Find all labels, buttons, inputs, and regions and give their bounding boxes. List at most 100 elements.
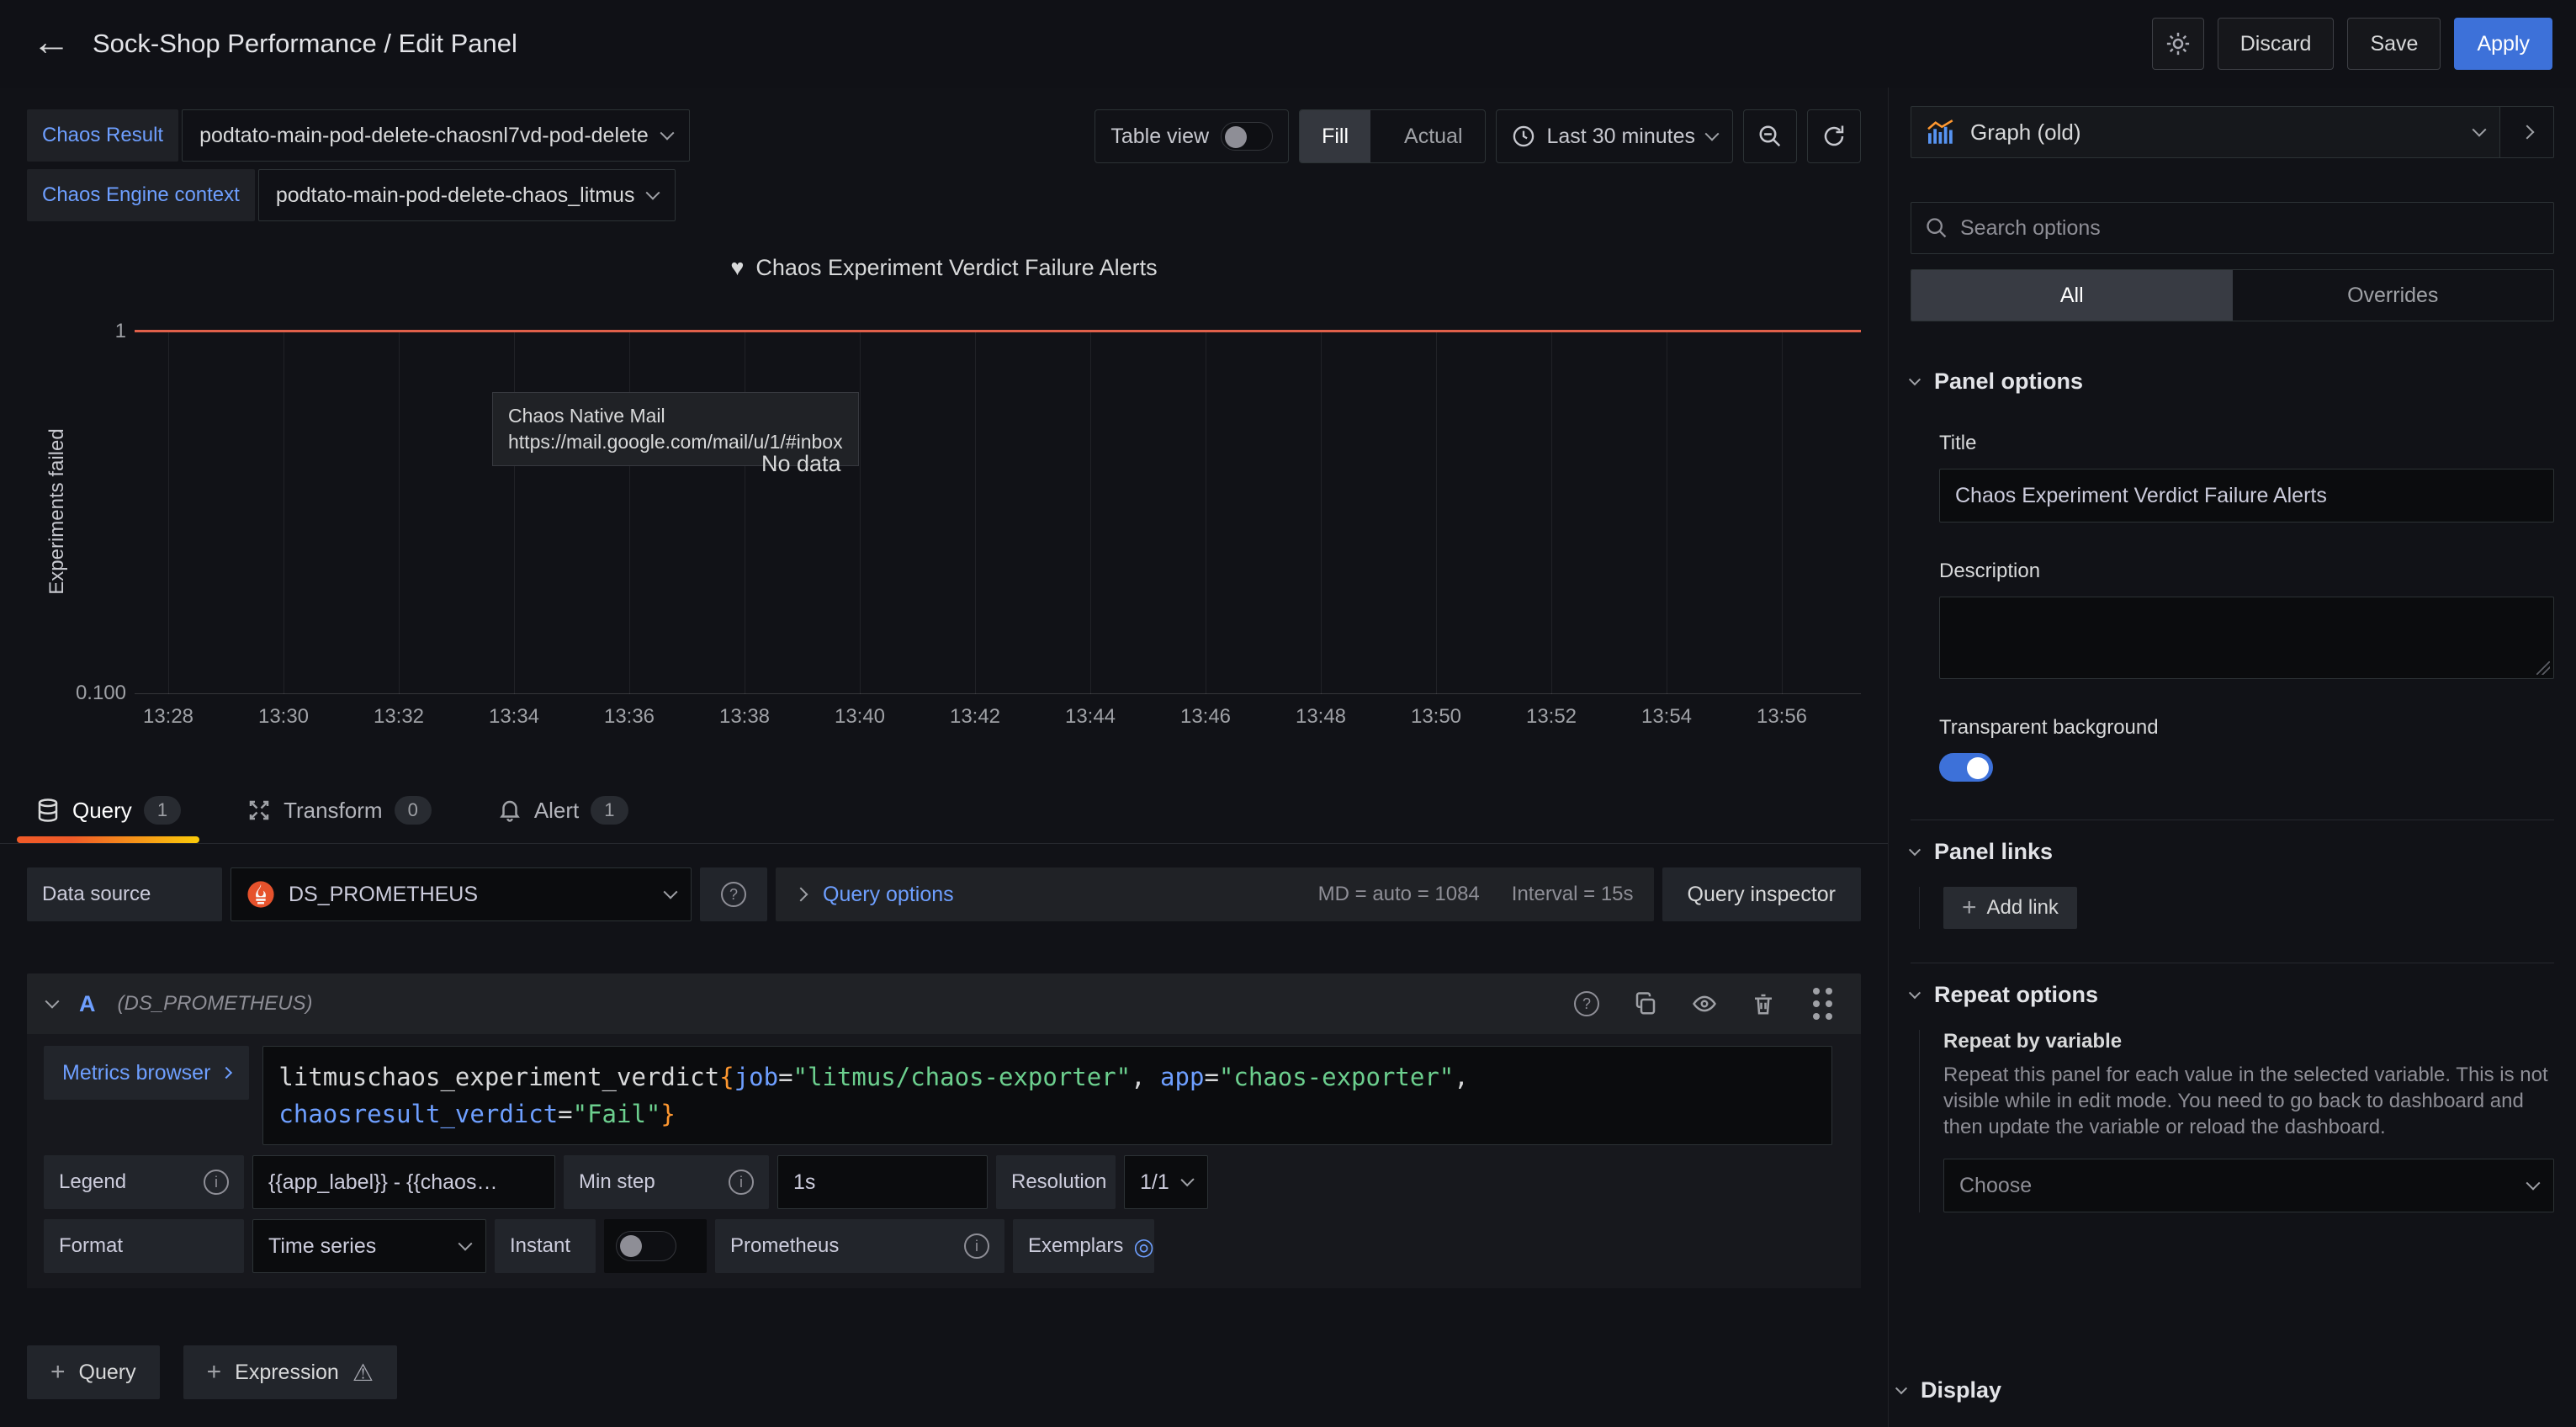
- collapse-chevron-icon[interactable]: [45, 995, 60, 1009]
- gridline: [168, 331, 169, 694]
- fill-option[interactable]: Fill: [1300, 110, 1370, 162]
- add-link-button[interactable]: + Add link: [1943, 887, 2077, 929]
- x-tick-label: 13:28: [143, 705, 193, 729]
- query-row-header[interactable]: A (DS_PROMETHEUS) ?: [27, 973, 1861, 1034]
- toggle-visibility-button[interactable]: [1686, 987, 1723, 1021]
- heart-icon: ♥: [730, 255, 744, 281]
- resolution-label: Resolution: [996, 1155, 1116, 1209]
- variable-value-dropdown[interactable]: podtato-main-pod-delete-chaosnl7vd-pod-d…: [182, 109, 690, 162]
- description-field-label: Description: [1939, 560, 2554, 583]
- grip-dots-icon: [1813, 988, 1832, 1020]
- zoom-out-button[interactable]: [1743, 109, 1797, 163]
- title-field-label: Title: [1939, 432, 2554, 455]
- legend-format-input[interactable]: [252, 1155, 555, 1209]
- duplicate-query-button[interactable]: [1627, 987, 1664, 1021]
- header-bar: ← Sock-Shop Performance / Edit Panel Dis…: [0, 0, 2576, 88]
- panel-description-textarea[interactable]: [1939, 597, 2554, 679]
- resolution-select[interactable]: 1/1: [1124, 1155, 1208, 1209]
- panel-header[interactable]: ♥ Chaos Experiment Verdict Failure Alert…: [0, 255, 1888, 281]
- actual-option[interactable]: Actual: [1382, 110, 1484, 162]
- query-ref-id: A: [79, 991, 96, 1017]
- options-search[interactable]: [1911, 202, 2554, 254]
- gridline: [1321, 331, 1322, 694]
- variable-value: podtato-main-pod-delete-chaos_litmus: [276, 183, 635, 208]
- instant-toggle[interactable]: [616, 1231, 676, 1261]
- drag-handle[interactable]: [1804, 987, 1841, 1021]
- repeat-variable-placeholder: Choose: [1959, 1174, 2032, 1198]
- time-range-picker[interactable]: Last 30 minutes: [1496, 109, 1734, 163]
- tab-count-badge: 1: [144, 796, 181, 825]
- dashboard-variables: Chaos Result podtato-main-pod-delete-cha…: [27, 109, 690, 221]
- bell-icon: [497, 797, 522, 824]
- toggle-viz-picker-button[interactable]: [2500, 106, 2554, 158]
- x-tick-label: 13:50: [1411, 705, 1461, 729]
- query-inspector-button[interactable]: Query inspector: [1662, 867, 1861, 921]
- tab-all[interactable]: All: [1911, 270, 2233, 321]
- data-source-picker[interactable]: DS_PROMETHEUS: [231, 867, 692, 921]
- no-data-text: No data: [761, 451, 841, 477]
- variable-value-dropdown[interactable]: podtato-main-pod-delete-chaos_litmus: [258, 169, 676, 221]
- page-title: Sock-Shop Performance / Edit Panel: [93, 29, 517, 59]
- panel-settings-button[interactable]: [2152, 18, 2204, 70]
- min-step-input[interactable]: [777, 1155, 988, 1209]
- apply-button[interactable]: Apply: [2454, 18, 2552, 70]
- variable-label: Chaos Engine context: [27, 169, 255, 221]
- add-expression-button[interactable]: + Expression ⚠: [183, 1345, 397, 1399]
- interval-value: Interval = 15s: [1512, 883, 1634, 906]
- chevron-down-icon: [646, 186, 660, 200]
- x-tick-label: 13:56: [1757, 705, 1807, 729]
- variable-value: podtato-main-pod-delete-chaosnl7vd-pod-d…: [199, 124, 649, 148]
- x-tick-label: 13:48: [1296, 705, 1346, 729]
- search-options-input[interactable]: [1960, 216, 2540, 241]
- data-source-value: DS_PROMETHEUS: [289, 883, 478, 907]
- query-help-button[interactable]: ?: [1568, 987, 1605, 1021]
- chevron-down-icon: [1705, 127, 1720, 141]
- visualization-picker[interactable]: Graph (old): [1911, 106, 2500, 158]
- save-button[interactable]: Save: [2347, 18, 2441, 70]
- query-options-bar[interactable]: Query options MD = auto = 1084 Interval …: [776, 867, 1654, 921]
- tab-overrides[interactable]: Overrides: [2233, 270, 2554, 321]
- repeat-variable-select[interactable]: Choose: [1943, 1159, 2554, 1212]
- panel-options-section-header[interactable]: Panel options: [1911, 369, 2554, 395]
- max-data-points: MD = auto = 1084: [1318, 883, 1480, 906]
- time-range-label: Last 30 minutes: [1547, 125, 1696, 149]
- variable-chaos-engine-context: Chaos Engine context podtato-main-pod-de…: [27, 169, 690, 221]
- refresh-button[interactable]: [1807, 109, 1861, 163]
- eye-icon: [1690, 991, 1719, 1016]
- tab-query[interactable]: Query 1: [30, 781, 186, 843]
- add-query-button[interactable]: + Query: [27, 1345, 160, 1399]
- format-select[interactable]: Time series: [252, 1219, 486, 1273]
- delete-query-button[interactable]: [1745, 987, 1782, 1021]
- table-view-toggle[interactable]: [1221, 122, 1273, 151]
- data-source-help-button[interactable]: ?: [700, 867, 767, 921]
- back-arrow-icon[interactable]: ←: [32, 19, 71, 64]
- panel-links-section-header[interactable]: Panel links: [1911, 839, 2554, 865]
- edit-panel-main: Chaos Result podtato-main-pod-delete-cha…: [0, 88, 1889, 1427]
- exemplars-control[interactable]: Exemplars ◎: [1013, 1219, 1154, 1273]
- tab-count-badge: 0: [395, 796, 432, 825]
- prometheus-icon: [246, 880, 275, 909]
- tab-alert[interactable]: Alert 1: [492, 781, 633, 843]
- metrics-browser-button[interactable]: Metrics browser: [44, 1046, 249, 1100]
- warning-icon: ⚠: [352, 1359, 374, 1387]
- x-tick-label: 13:52: [1526, 705, 1577, 729]
- y-tick-label: 0.100: [34, 682, 126, 705]
- gridline: [399, 331, 400, 694]
- panel-title-input[interactable]: [1939, 469, 2554, 523]
- query-options-link[interactable]: Query options: [823, 883, 954, 907]
- refresh-icon: [1821, 124, 1847, 149]
- clock-icon: [1512, 125, 1535, 148]
- gear-icon: [2165, 31, 2191, 56]
- discard-button[interactable]: Discard: [2218, 18, 2335, 70]
- repeat-options-section-header[interactable]: Repeat options: [1911, 982, 2554, 1008]
- tab-transform[interactable]: Transform 0: [241, 781, 437, 843]
- x-tick-label: 13:32: [374, 705, 424, 729]
- min-step-label: Min stepi: [564, 1155, 769, 1209]
- legend-label: Legendi: [44, 1155, 244, 1209]
- info-icon: i: [204, 1170, 229, 1195]
- gridline: [975, 331, 976, 694]
- display-section-header[interactable]: Display: [1897, 1377, 2554, 1403]
- promql-expression-input[interactable]: litmuschaos_experiment_verdict{job="litm…: [262, 1046, 1832, 1145]
- x-tick-label: 13:34: [489, 705, 539, 729]
- transparent-background-toggle[interactable]: [1939, 753, 1993, 782]
